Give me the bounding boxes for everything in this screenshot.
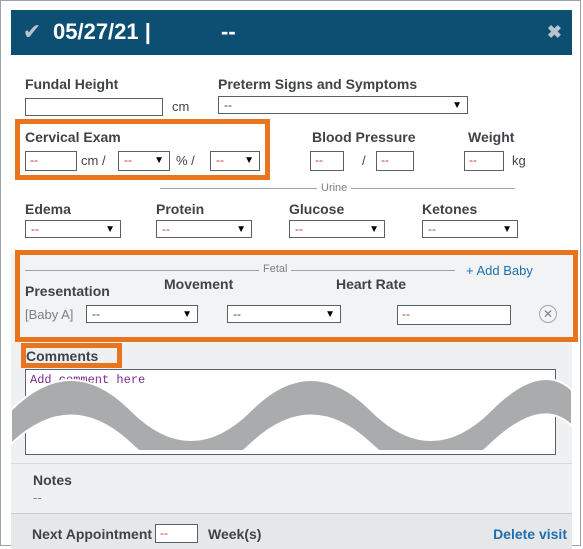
preterm-select-value: -- <box>224 98 232 112</box>
fundal-height-label: Fundal Height <box>25 76 119 92</box>
visit-header-dash: -- <box>221 19 236 44</box>
ketones-label: Ketones <box>422 201 478 217</box>
fundal-height-input[interactable] <box>25 98 163 116</box>
dialog-header: ✔ 05/27/21 | -- ✖ <box>11 10 572 55</box>
preterm-select[interactable]: -- ▼ <box>218 96 468 114</box>
protein-label: Protein <box>156 201 205 217</box>
delete-visit-link[interactable]: Delete visit <box>493 526 567 542</box>
ketones-value: -- <box>428 222 436 236</box>
glucose-value: -- <box>295 222 303 236</box>
notes-label: Notes <box>33 472 72 488</box>
check-icon[interactable]: ✔ <box>19 20 45 44</box>
protein-select[interactable]: -- ▼ <box>156 220 252 238</box>
preterm-label: Preterm Signs and Symptoms <box>218 76 418 92</box>
ketones-select[interactable]: -- ▼ <box>422 220 518 238</box>
chevron-down-icon: ▼ <box>105 224 115 235</box>
weight-unit: kg <box>512 153 526 168</box>
notes-section <box>11 463 572 514</box>
next-appointment-input[interactable]: -- <box>155 524 198 543</box>
fundal-height-unit: cm <box>172 99 190 114</box>
notes-value: -- <box>33 490 42 505</box>
next-appointment-label: Next Appointment <box>32 526 153 542</box>
edema-label: Edema <box>25 201 71 217</box>
chevron-down-icon: ▼ <box>369 224 379 235</box>
close-icon[interactable]: ✖ <box>547 22 562 42</box>
protein-value: -- <box>162 222 170 236</box>
weeks-label: Week(s) <box>208 526 262 542</box>
bp-systolic-input[interactable]: -- <box>310 151 344 171</box>
weight-input[interactable]: -- <box>464 151 504 171</box>
highlight-comments-label <box>21 343 122 368</box>
weight-label: Weight <box>468 129 515 145</box>
highlight-cervical-exam <box>15 119 270 180</box>
urine-section-label: Urine <box>317 182 352 194</box>
visit-date: 05/27/21 | <box>53 19 151 44</box>
chevron-down-icon: ▼ <box>452 100 462 111</box>
torn-edge-wave <box>11 378 572 450</box>
chevron-down-icon: ▼ <box>502 224 512 235</box>
edema-value: -- <box>31 222 39 236</box>
chevron-down-icon: ▼ <box>236 224 246 235</box>
glucose-label: Glucose <box>289 201 345 217</box>
bp-diastolic-input[interactable]: -- <box>376 151 414 171</box>
bp-separator: / <box>362 153 366 168</box>
glucose-select[interactable]: -- ▼ <box>289 220 385 238</box>
highlight-fetal-section <box>15 250 578 342</box>
edema-select[interactable]: -- ▼ <box>25 220 121 238</box>
blood-pressure-label: Blood Pressure <box>312 129 416 145</box>
